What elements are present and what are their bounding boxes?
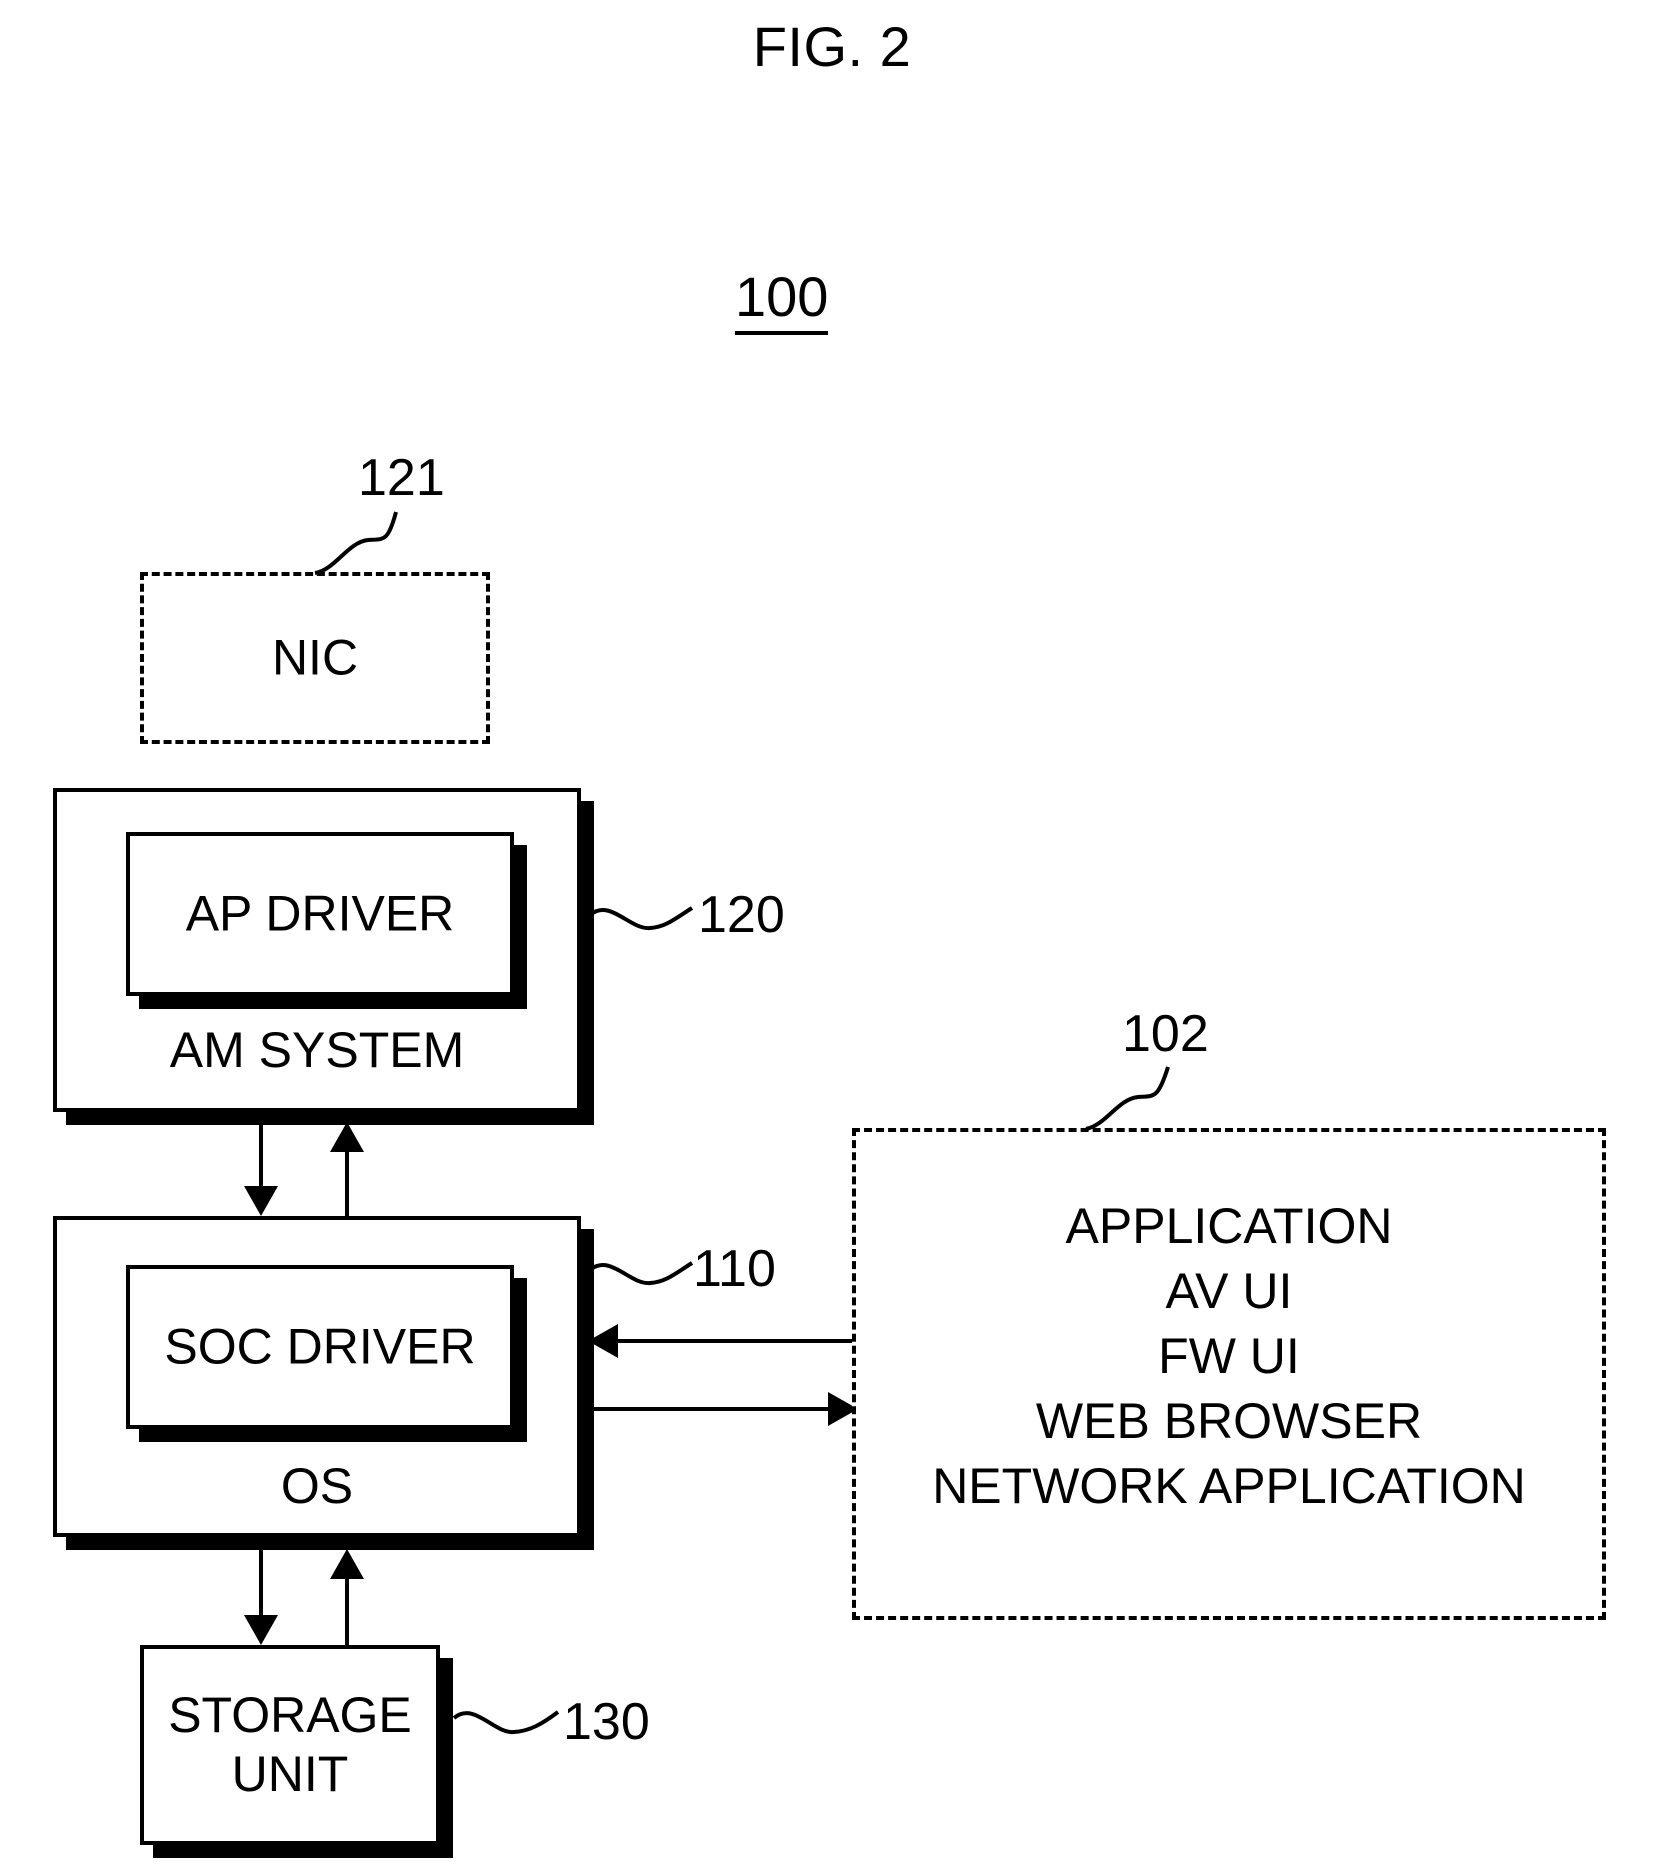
storage-unit-label-line1: STORAGE [168, 1687, 412, 1743]
os-to-application-line [592, 1407, 830, 1411]
storage-unit-reference-130: 130 [563, 1693, 650, 1751]
figure-title: FIG. 2 [752, 15, 912, 78]
application-box: APPLICATION AV UI FW UI WEB BROWSER NETW… [852, 1128, 1606, 1620]
storage-to-os-up-line [345, 1578, 349, 1646]
application-to-os-arrowhead [588, 1324, 618, 1358]
os-label: OS [280, 1458, 354, 1514]
storage-unit-label-line2: UNIT [231, 1746, 349, 1802]
nic-leader-line [314, 511, 398, 575]
soc-driver-box: SOC DRIVER [126, 1265, 514, 1429]
storage-unit-label: STORAGE UNIT [144, 1686, 436, 1804]
application-leader-line [1085, 1066, 1170, 1131]
os-to-am-up-line [345, 1150, 349, 1216]
ap-driver-box: AP DRIVER [126, 832, 514, 996]
os-to-am-up-arrowhead [330, 1122, 364, 1152]
nic-label: NIC [271, 629, 359, 686]
am-to-os-down-line [259, 1125, 263, 1187]
nic-reference-121: 121 [358, 449, 445, 507]
system-reference-100: 100 [735, 267, 829, 335]
am-system-box: AP DRIVER AM SYSTEM [53, 788, 581, 1112]
application-line-4: NETWORK APPLICATION [932, 1458, 1526, 1514]
application-line-0: APPLICATION [1065, 1198, 1393, 1254]
am-system-label: AM SYSTEM [169, 1022, 465, 1078]
application-to-os-line [616, 1339, 856, 1343]
os-box: SOC DRIVER OS [53, 1216, 581, 1537]
soc-driver-label: SOC DRIVER [164, 1318, 476, 1375]
application-line-3: WEB BROWSER [1035, 1393, 1423, 1449]
am-to-os-down-arrowhead [244, 1186, 278, 1216]
application-label-block: APPLICATION AV UI FW UI WEB BROWSER NETW… [856, 1194, 1602, 1519]
am-system-leader-line [588, 906, 694, 931]
os-leader-line [588, 1261, 694, 1286]
storage-unit-box: STORAGE UNIT [140, 1645, 440, 1845]
storage-unit-leader-line [452, 1710, 560, 1735]
storage-to-os-up-arrowhead [330, 1549, 364, 1579]
application-line-1: AV UI [1165, 1263, 1293, 1319]
application-reference-102: 102 [1122, 1005, 1209, 1063]
os-to-storage-down-line [259, 1550, 263, 1616]
os-reference-110: 110 [693, 1240, 776, 1298]
ap-driver-label: AP DRIVER [185, 885, 455, 942]
patent-figure: FIG. 2 100 NIC 121 AP DRIVER AM SYSTEM 1… [0, 0, 1664, 1873]
nic-box: NIC [140, 572, 490, 744]
application-line-2: FW UI [1158, 1328, 1300, 1384]
os-to-storage-down-arrowhead [244, 1615, 278, 1645]
am-system-reference-120: 120 [698, 886, 785, 944]
